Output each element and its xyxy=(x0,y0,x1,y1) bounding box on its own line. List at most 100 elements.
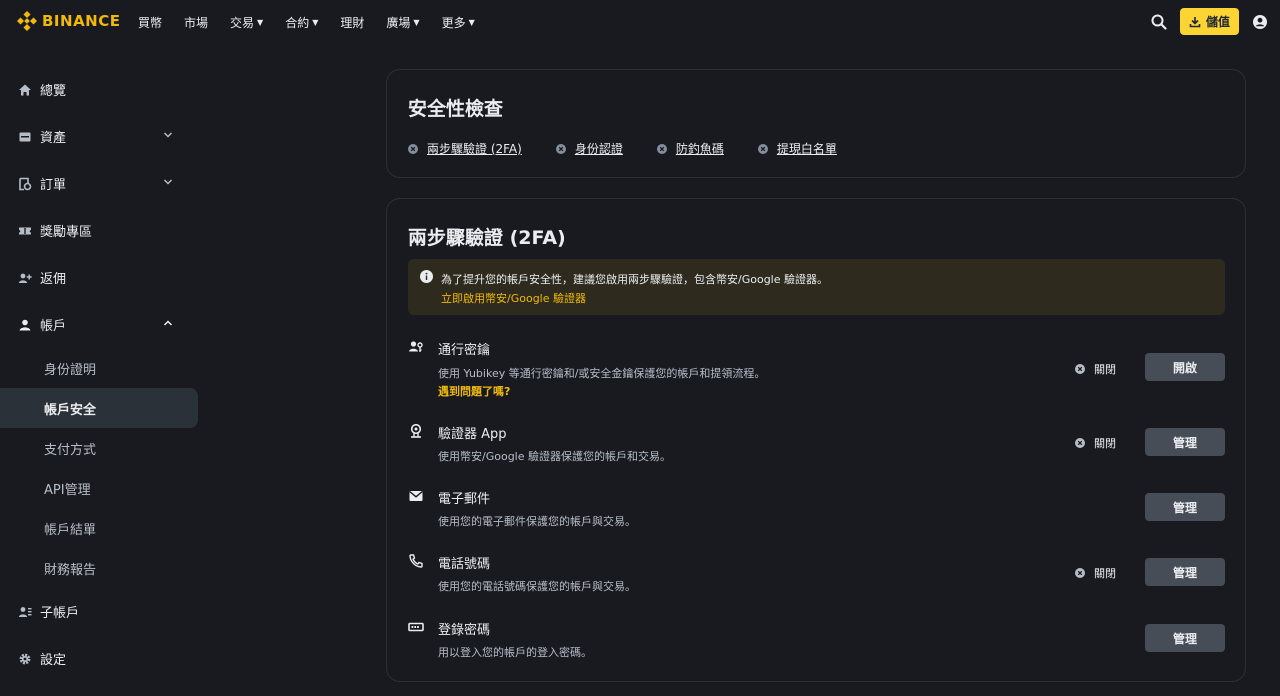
security-check-list: 兩步驟驗證 (2FA) 身份認證 防釣魚碼 提現白名單 xyxy=(408,140,871,157)
row-description: 使用 Yubikey 等通行密鑰和/或安全金鑰保護您的帳戶和提領流程。 xyxy=(438,367,766,380)
sidebar-item-account[interactable]: 帳戶 xyxy=(0,301,200,348)
nav-square[interactable]: 廣場 ▼ xyxy=(386,14,419,31)
sidebar-subitem-label: 身份證明 xyxy=(44,362,97,378)
chevron-down-icon xyxy=(163,132,173,138)
nav-markets[interactable]: 市場 xyxy=(184,14,208,31)
sidebar-subitem-identification[interactable]: 身份證明 xyxy=(0,348,200,388)
sidebar-item-sub-accounts[interactable]: 子帳戶 xyxy=(0,588,200,635)
twofa-row-authenticator: 驗證器 App 使用幣安/Google 驗證器保護您的帳戶和交易。 關閉 管理 xyxy=(408,423,1225,463)
download-icon xyxy=(1189,16,1201,27)
user-icon[interactable] xyxy=(1252,14,1268,30)
twofa-row-phone: 電話號碼 使用您的電話號碼保護您的帳戶與交易。 關閉 管理 xyxy=(408,553,1225,593)
nav-label: 市場 xyxy=(184,15,209,30)
chevron-down-icon xyxy=(163,179,173,185)
status-badge: 關閉 xyxy=(1075,361,1116,377)
nav-buy-crypto[interactable]: 買幣 xyxy=(138,14,162,31)
sidebar-item-assets[interactable]: 資產 xyxy=(0,113,200,160)
security-check-label: 防釣魚碼 xyxy=(675,142,724,156)
nav-futures[interactable]: 合約 ▼ xyxy=(285,14,318,31)
security-check-card: 安全性檢查 兩步驟驗證 (2FA) 身份認證 防釣魚碼 提現白名單 xyxy=(386,69,1246,178)
email-icon xyxy=(409,491,423,501)
nav-label: 更多 xyxy=(441,15,466,30)
sidebar-item-referral[interactable]: 返佣 xyxy=(0,254,200,301)
row-title: 電話號碼 xyxy=(438,557,491,572)
user-icon xyxy=(19,319,31,330)
enable-passkey-button[interactable]: 開啟 xyxy=(1145,353,1225,381)
nav-earn[interactable]: 理財 xyxy=(340,14,364,31)
binance-logo[interactable]: BINANCE xyxy=(17,11,121,31)
security-check-withdraw-whitelist[interactable]: 提現白名單 xyxy=(757,140,837,157)
status-text: 關閉 xyxy=(1094,363,1116,376)
user-plus-icon xyxy=(18,273,32,283)
sidebar-subitem-label: 帳戶安全 xyxy=(44,402,97,418)
sidebar-item-label: 資產 xyxy=(40,131,67,146)
close-circle-icon xyxy=(1075,568,1085,578)
sidebar-item-overview[interactable]: 總覽 xyxy=(0,66,200,113)
search-icon[interactable] xyxy=(1151,14,1167,30)
close-circle-icon xyxy=(408,143,418,154)
twofa-card: 兩步驟驗證 (2FA) 為了提升您的帳戶安全性，建議您啟用兩步驟驗證，包含幣安/… xyxy=(386,198,1246,682)
row-description: 用以登入您的帳戶的登入密碼。 xyxy=(438,646,592,659)
chevron-down-icon: ▼ xyxy=(468,18,475,27)
row-title: 通行密鑰 xyxy=(438,343,491,358)
security-check-title: 安全性檢查 xyxy=(408,98,504,120)
nav-label: 合約 xyxy=(285,15,310,30)
deposit-label: 儲值 xyxy=(1205,15,1230,29)
sidebar-item-settings[interactable]: 設定 xyxy=(0,635,200,682)
sidebar-subitem-label: 帳戶結單 xyxy=(44,522,97,538)
info-icon xyxy=(420,270,433,283)
row-title: 登錄密碼 xyxy=(438,623,491,638)
security-check-2fa[interactable]: 兩步驟驗證 (2FA) xyxy=(408,140,522,157)
phone-icon xyxy=(409,554,423,568)
nav-trade[interactable]: 交易 ▼ xyxy=(230,14,263,31)
logo-text: BINANCE xyxy=(42,12,121,30)
security-check-label: 兩步驟驗證 (2FA) xyxy=(427,142,522,156)
sidebar-item-label: 獎勵專區 xyxy=(40,225,93,240)
chevron-down-icon: ▼ xyxy=(413,18,420,27)
header-actions: 儲值 xyxy=(1151,8,1268,35)
sidebar-item-label: 設定 xyxy=(40,653,67,668)
sidebar-subitem-label: 財務報告 xyxy=(44,562,97,578)
row-description: 使用幣安/Google 驗證器保護您的帳戶和交易。 xyxy=(438,450,671,463)
close-circle-icon xyxy=(1075,364,1085,374)
passkey-icon xyxy=(409,341,423,352)
sidebar-subitem-security[interactable]: 帳戶安全 xyxy=(0,388,198,428)
status-text: 關閉 xyxy=(1094,567,1116,580)
passkey-help-link[interactable]: 遇到問題了嗎? xyxy=(438,383,510,399)
manage-phone-button[interactable]: 管理 xyxy=(1145,558,1225,586)
row-description: 使用您的電話號碼保護您的帳戶與交易。 xyxy=(438,580,636,593)
sidebar-subitem-reports[interactable]: 財務報告 xyxy=(0,548,200,588)
close-circle-icon xyxy=(656,143,667,154)
row-title: 電子郵件 xyxy=(438,492,491,507)
sidebar-subitem-label: API管理 xyxy=(44,482,91,498)
deposit-button[interactable]: 儲值 xyxy=(1179,8,1239,35)
main-nav: 買幣 市場 交易 ▼ 合約 ▼ 理財 廣場 ▼ 更多 ▼ xyxy=(138,0,497,44)
sub-account-icon xyxy=(18,606,32,617)
binance-logo-icon xyxy=(17,11,37,31)
chevron-up-icon xyxy=(163,320,173,326)
sidebar-item-label: 帳戶 xyxy=(40,319,67,334)
close-circle-icon xyxy=(757,143,768,154)
nav-more[interactable]: 更多 ▼ xyxy=(442,14,475,31)
sidebar-item-orders[interactable]: 訂單 xyxy=(0,160,200,207)
nav-label: 交易 xyxy=(230,15,255,30)
sidebar-subitem-statements[interactable]: 帳戶結單 xyxy=(0,508,200,548)
sidebar-subitem-payment[interactable]: 支付方式 xyxy=(0,428,200,468)
sidebar-subitem-api[interactable]: API管理 xyxy=(0,468,200,508)
twofa-title: 兩步驟驗證 (2FA) xyxy=(408,227,566,249)
authenticator-icon xyxy=(410,423,422,438)
sidebar-item-rewards[interactable]: 獎勵專區 xyxy=(0,207,200,254)
twofa-row-password: 登錄密碼 用以登入您的帳戶的登入密碼。 管理 xyxy=(408,619,1225,659)
enable-authenticator-link[interactable]: 立即啟用幣安/Google 驗證器 xyxy=(441,290,586,306)
manage-email-button[interactable]: 管理 xyxy=(1145,493,1225,521)
security-check-anti-phishing[interactable]: 防釣魚碼 xyxy=(656,140,724,157)
security-check-label: 身份認證 xyxy=(574,142,623,156)
sidebar-subitem-label: 支付方式 xyxy=(44,442,97,458)
manage-authenticator-button[interactable]: 管理 xyxy=(1145,428,1225,456)
sidebar-item-label: 返佣 xyxy=(40,272,67,287)
twofa-notice: 為了提升您的帳戶安全性，建議您啟用兩步驟驗證，包含幣安/Google 驗證器。 … xyxy=(408,259,1225,315)
security-check-identity[interactable]: 身份認證 xyxy=(555,140,623,157)
manage-password-button[interactable]: 管理 xyxy=(1145,624,1225,652)
row-title: 驗證器 App xyxy=(438,427,507,442)
security-check-label: 提現白名單 xyxy=(776,142,837,156)
